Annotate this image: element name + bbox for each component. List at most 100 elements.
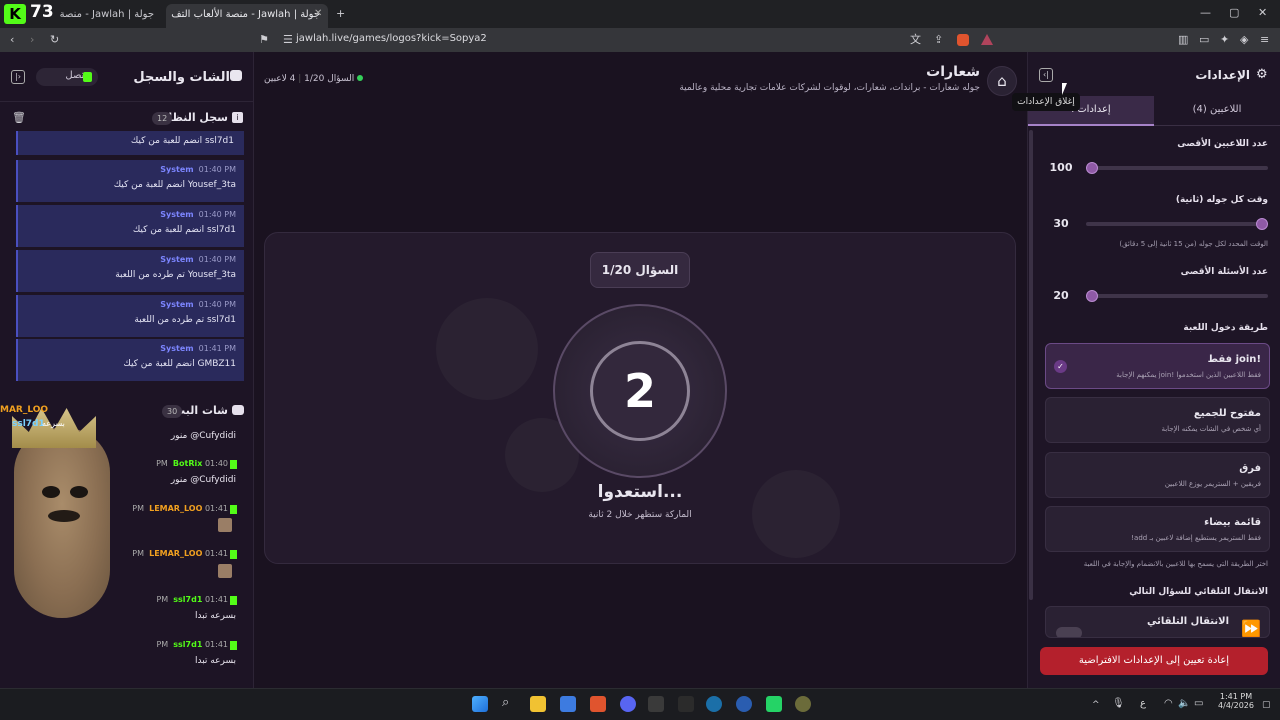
settings-scrollbar[interactable]	[1029, 130, 1033, 600]
round-time-value: 30	[1053, 217, 1069, 230]
microphone-icon[interactable]: 🎙	[1112, 697, 1125, 711]
file-explorer-icon[interactable]	[530, 696, 546, 712]
forward-icon[interactable]: ›	[30, 33, 34, 47]
app-icon[interactable]	[648, 696, 664, 712]
brave-shield-icon[interactable]	[957, 34, 969, 46]
game-subtitle: جوله شعارات - براندات، شعارات، لوقوات لش…	[679, 83, 980, 93]
join-option-teams[interactable]: فرق فريقين + الستريمر يوزع اللاعبين	[1045, 452, 1270, 498]
mouse-cursor	[1062, 83, 1067, 95]
share-icon[interactable]: ⇪	[934, 33, 943, 47]
back-icon[interactable]: ‹	[10, 33, 14, 47]
app-icon[interactable]	[736, 696, 752, 712]
url-text[interactable]: jawlah.live/games/logos?kick=Sopya2	[296, 33, 487, 44]
volume-icon[interactable]: 🔈	[1178, 697, 1190, 711]
minimize-icon[interactable]: —	[1200, 6, 1211, 20]
max-questions-slider[interactable]	[1086, 290, 1268, 302]
search-icon[interactable]: ⌕	[502, 696, 509, 710]
overlay-name: ssl7d1	[12, 419, 45, 429]
question-pill: السؤال 1/20	[590, 252, 690, 288]
reset-defaults-button[interactable]: إعادة تعيين إلى الإعدادات الافتراضية	[1040, 647, 1268, 675]
slider-knob[interactable]	[1086, 290, 1098, 302]
system-message-meta: System 01:40 PM	[160, 255, 236, 264]
vpn-icon[interactable]: ◈	[1240, 33, 1248, 47]
join-method-hint: اختر الطريقة التي يسمح بها للاعبين بالان…	[1083, 560, 1268, 568]
discord-icon[interactable]	[620, 696, 636, 712]
kick-status-icon	[83, 72, 92, 82]
option-desc: فريقين + الستريمر يوزع اللاعبين	[1164, 480, 1261, 488]
chat-message-meta: 01:41 PM ssl7d1	[156, 640, 228, 649]
system-message: System 01:41 PM GMBZ11 انضم للعبة من كيك	[16, 339, 244, 381]
join-option-open[interactable]: مفتوح للجميع أي شخص في الشات يمكنه الإجا…	[1045, 397, 1270, 443]
join-option-whitelist[interactable]: قائمة بيضاء فقط الستريمر يستطيع إضافة لا…	[1045, 506, 1270, 552]
collapse-chat-icon[interactable]: |›	[11, 70, 25, 84]
max-players-slider[interactable]	[1086, 162, 1268, 174]
tab-players[interactable]: اللاعبين (4)	[1154, 96, 1280, 126]
system-message: System 01:40 PM ssl7d1 انضم للعبة من كيك	[16, 205, 244, 247]
translate-icon[interactable]: 文	[910, 33, 921, 47]
app-icon[interactable]	[795, 696, 811, 712]
menu-icon[interactable]: ≡	[1260, 33, 1269, 47]
system-log-count: 12	[152, 112, 173, 125]
slider-knob[interactable]	[1256, 218, 1268, 230]
system-log-title: سجل النظام	[160, 111, 228, 124]
close-window-icon[interactable]: ✕	[1258, 6, 1267, 20]
new-tab-icon[interactable]: +	[336, 7, 345, 21]
auto-next-option: الانتقال التلقائي ⏩	[1045, 606, 1270, 638]
tray-chevron-icon[interactable]: ^	[1092, 698, 1100, 712]
system-message: System 01:40 PM Yousef_3ta انضم للعبة من…	[16, 160, 244, 202]
keyboard-language[interactable]: ع	[1140, 698, 1146, 709]
option-desc: أي شخص في الشات يمكنه الإجابة	[1161, 425, 1261, 433]
avatar-eye	[42, 486, 60, 498]
kick-logo: K	[4, 4, 26, 24]
chat-icon	[230, 70, 242, 81]
wallet-icon[interactable]: ▭	[1199, 33, 1209, 47]
steam-icon[interactable]	[706, 696, 722, 712]
whatsapp-icon[interactable]	[766, 696, 782, 712]
home-button[interactable]: ⌂	[987, 66, 1017, 96]
streamer-avatar-overlay	[14, 428, 110, 618]
join-option-join-only[interactable]: !join فقط فقط اللاعبين الذين استخدموا !j…	[1045, 343, 1270, 389]
maximize-icon[interactable]: ▢	[1229, 6, 1239, 20]
trash-icon[interactable]: 🗑	[12, 111, 26, 125]
kick-badge-icon	[230, 641, 237, 650]
countdown-number: 2	[623, 364, 656, 418]
notifications-icon[interactable]: ▢	[1262, 698, 1271, 712]
game-title: شعارات	[926, 64, 980, 80]
close-settings-icon[interactable]: ‹|	[1039, 68, 1053, 82]
settings-title: الإعدادات	[1195, 68, 1250, 82]
sidebar-icon[interactable]: ▥	[1178, 33, 1188, 47]
clock-date: 4/4/2026	[1218, 701, 1254, 710]
browser-tab[interactable]: جولة | Jawlah - منصة الألعاب الت	[58, 4, 162, 28]
home-icon: ⌂	[997, 72, 1007, 90]
slider-knob[interactable]	[1086, 162, 1098, 174]
option-title: قائمة بيضاء	[1204, 517, 1261, 528]
system-message-text: GMBZ11 انضم للعبة من كيك	[123, 359, 236, 369]
broadcast-icon	[232, 405, 244, 415]
header-question-counter: السؤال 1/20 | 4 لاعبين	[264, 74, 364, 84]
browser-tab-active[interactable]: جولة | Jawlah - منصة الألعاب التف	[166, 4, 328, 28]
windows-start-icon[interactable]	[472, 696, 488, 712]
system-message-meta: System 01:40 PM	[160, 165, 236, 174]
bookmark-icon[interactable]: ⚑	[259, 33, 269, 47]
store-icon[interactable]	[560, 696, 576, 712]
taskbar-clock[interactable]: 1:41 PM 4/4/2026	[1214, 692, 1258, 710]
epic-games-icon[interactable]	[678, 696, 694, 712]
wifi-icon[interactable]: ◠	[1164, 697, 1173, 711]
logo-counter: 73	[30, 2, 54, 22]
round-time-slider[interactable]	[1086, 218, 1268, 230]
battery-icon[interactable]: ▭	[1194, 697, 1203, 711]
site-info-icon[interactable]: ☰	[283, 33, 293, 47]
brave-icon[interactable]	[590, 696, 606, 712]
os-taskbar	[0, 688, 1280, 720]
address-bar	[0, 28, 1280, 52]
extensions-icon[interactable]: ✦	[1220, 33, 1229, 47]
close-tab-icon[interactable]: ✕	[314, 8, 322, 19]
broadcast-chat-count: 30	[162, 405, 183, 418]
check-icon: ✓	[1054, 360, 1067, 373]
system-message-text: ssl7d1 تم طرده من اللعبة	[134, 315, 236, 325]
brave-rewards-icon[interactable]	[981, 34, 993, 45]
reload-icon[interactable]: ↻	[50, 33, 59, 47]
option-title: فرق	[1239, 463, 1261, 474]
auto-next-toggle[interactable]	[1056, 627, 1082, 637]
overlay-name: MAR_LOO	[0, 405, 49, 415]
